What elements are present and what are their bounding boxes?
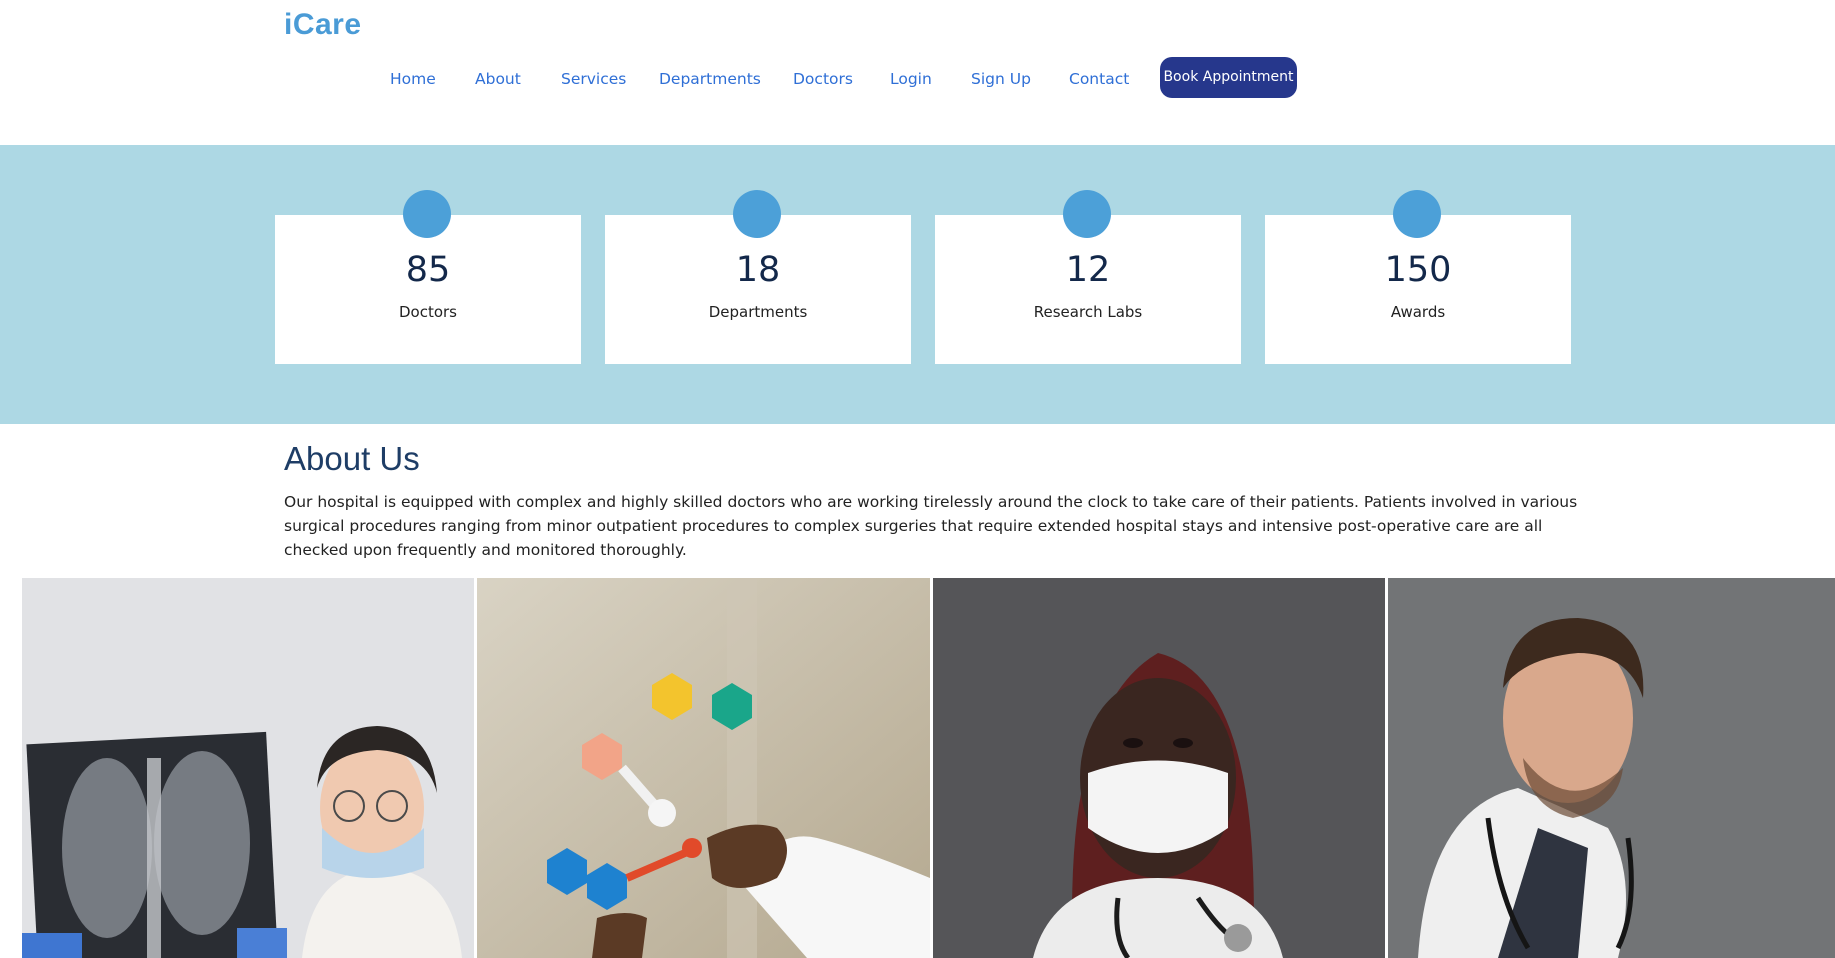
nav-contact[interactable]: Contact [1069,58,1129,100]
nav-about[interactable]: About [475,58,521,100]
brand-logo[interactable]: iCare [284,8,362,42]
nav-sign-up[interactable]: Sign Up [971,58,1031,100]
about-title: About Us [284,440,420,477]
stat-circle-icon [403,190,451,238]
nav-login[interactable]: Login [890,58,932,100]
stat-value: 18 [735,250,781,290]
masked-doctor-photo [933,578,1385,958]
doctor-stethoscope-photo [1388,578,1835,958]
book-appointment-button[interactable]: Book Appointment [1160,57,1297,98]
stat-circle-icon [1393,190,1441,238]
stat-circle-icon [733,190,781,238]
stat-value: 150 [1384,250,1452,290]
molecule-model-photo [477,578,930,958]
photo-gallery [22,578,1835,958]
doctor-xray-photo [22,578,474,958]
nav-doctors[interactable]: Doctors [793,58,853,100]
nav-services[interactable]: Services [561,58,626,100]
nav-departments[interactable]: Departments [659,58,761,100]
nav-home[interactable]: Home [390,58,436,100]
stat-label: Awards [1390,303,1446,321]
stats-section: 85 Doctors 18 Departments 12 Research La… [0,145,1835,424]
stat-value: 85 [405,250,451,290]
about-text: Our hospital is equipped with complex an… [284,493,1578,559]
stat-label: Research Labs [1033,303,1143,321]
stat-label: Departments [708,303,808,321]
stat-circle-icon [1063,190,1111,238]
stat-label: Doctors [398,303,457,321]
main-nav: Home About Services Departments Doctors … [0,58,1835,100]
stat-value: 12 [1065,250,1111,290]
